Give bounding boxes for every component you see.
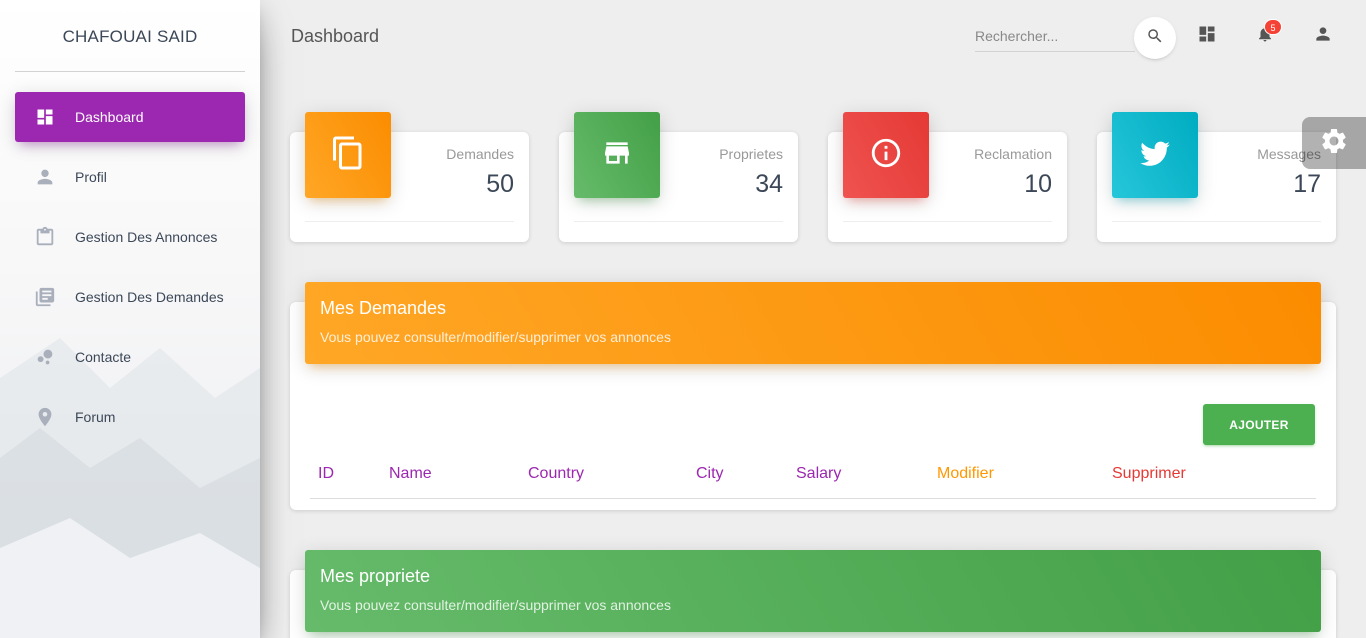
- sidebar-item-label: Forum: [75, 409, 116, 425]
- person-icon: [1313, 24, 1333, 49]
- sidebar-item-gestion-annonces[interactable]: Gestion Des Annonces: [15, 212, 245, 262]
- location-pin-icon: [33, 405, 57, 429]
- column-header-country[interactable]: Country: [528, 465, 584, 483]
- stat-card-proprietes: Proprietes 34: [559, 112, 798, 242]
- sidebar-item-contacte[interactable]: Contacte: [15, 332, 245, 382]
- stat-label: Proprietes: [719, 146, 783, 162]
- card-divider: [843, 221, 1052, 222]
- panel-title: Mes Demandes: [320, 298, 447, 318]
- stat-label: Reclamation: [974, 146, 1052, 162]
- stat-value: 34: [755, 170, 783, 198]
- sidebar-item-label: Dashboard: [75, 109, 144, 125]
- column-header-name[interactable]: Name: [389, 465, 432, 483]
- dashboard-icon: [1197, 24, 1217, 49]
- notification-badge: 5: [1264, 19, 1282, 35]
- demandes-panel: Mes Demandes Vous pouvez consulter/modif…: [290, 282, 1336, 510]
- card-divider: [1112, 221, 1321, 222]
- stat-icon-box: [305, 112, 391, 198]
- sidebar-item-label: Profil: [75, 169, 107, 185]
- bubble-chart-icon: [33, 345, 57, 369]
- stat-icon-box: [1112, 112, 1198, 198]
- gear-icon: [1319, 126, 1349, 161]
- sidebar-item-label: Gestion Des Annonces: [75, 229, 218, 245]
- stat-value: 50: [486, 170, 514, 198]
- stat-card-reclamation: Reclamation 10: [828, 112, 1067, 242]
- stat-value: 10: [1024, 170, 1052, 198]
- store-icon: [601, 137, 633, 174]
- search-button[interactable]: [1134, 17, 1176, 59]
- column-header-city[interactable]: City: [696, 465, 724, 483]
- stat-card-messages: Messages 17: [1097, 112, 1336, 242]
- sidebar-item-label: Contacte: [75, 349, 132, 365]
- panel-subtitle: Vous pouvez consulter/modifier/supprimer…: [320, 597, 671, 613]
- dashboard-header-button[interactable]: [1195, 24, 1219, 48]
- stat-label: Demandes: [446, 146, 514, 162]
- copy-icon: [330, 135, 366, 176]
- person-icon: [33, 165, 57, 189]
- stat-icon-box: [574, 112, 660, 198]
- page-title[interactable]: Dashboard: [291, 26, 379, 47]
- sidebar-item-gestion-demandes[interactable]: Gestion Des Demandes: [15, 272, 245, 322]
- propriete-panel: Mes propriete Vous pouvez consulter/modi…: [290, 550, 1336, 638]
- add-button[interactable]: AJOUTER: [1203, 404, 1315, 445]
- info-icon: [869, 136, 903, 175]
- user-menu-button[interactable]: [1311, 24, 1335, 48]
- stat-icon-box: [843, 112, 929, 198]
- sidebar-item-forum[interactable]: Forum: [15, 392, 245, 442]
- stat-value: 17: [1293, 170, 1321, 198]
- search-input[interactable]: [975, 20, 1135, 52]
- clipboard-icon: [33, 225, 57, 249]
- brand-name[interactable]: CHAFOUAI SAID: [15, 0, 245, 72]
- table-divider: [310, 498, 1316, 499]
- column-header-salary[interactable]: Salary: [796, 465, 841, 483]
- search-icon: [1146, 27, 1164, 50]
- dashboard-icon: [33, 105, 57, 129]
- panel-header: Mes propriete Vous pouvez consulter/modi…: [305, 550, 1321, 632]
- settings-button[interactable]: [1302, 117, 1366, 169]
- panel-subtitle: Vous pouvez consulter/modifier/supprimer…: [320, 329, 671, 345]
- panel-title: Mes propriete: [320, 566, 431, 586]
- library-books-icon: [33, 285, 57, 309]
- stat-card-demandes: Demandes 50: [290, 112, 529, 242]
- column-header-modifier[interactable]: Modifier: [937, 465, 994, 483]
- card-divider: [305, 221, 514, 222]
- sidebar: CHAFOUAI SAID Dashboard Profil Gestion D…: [0, 0, 260, 638]
- card-divider: [574, 221, 783, 222]
- panel-header: Mes Demandes Vous pouvez consulter/modif…: [305, 282, 1321, 364]
- sidebar-item-profil[interactable]: Profil: [15, 152, 245, 202]
- sidebar-item-dashboard[interactable]: Dashboard: [15, 92, 245, 142]
- column-header-supprimer[interactable]: Supprimer: [1112, 465, 1186, 483]
- column-header-id[interactable]: ID: [318, 465, 334, 483]
- twitter-icon: [1138, 136, 1172, 175]
- sidebar-item-label: Gestion Des Demandes: [75, 289, 224, 305]
